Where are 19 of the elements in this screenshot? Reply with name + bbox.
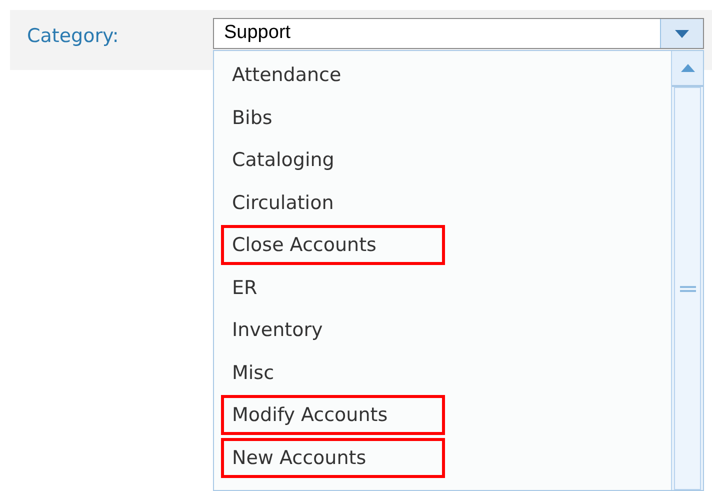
list-option[interactable]: ER — [221, 274, 258, 302]
scroll-up-button[interactable] — [672, 51, 703, 87]
scrollbar[interactable] — [671, 51, 703, 490]
field-label: Category: — [27, 24, 119, 49]
list-option[interactable]: Close Accounts — [221, 225, 445, 266]
grip-icon — [680, 286, 696, 292]
caret-icon — [675, 30, 689, 38]
list-option[interactable]: Misc — [221, 358, 274, 387]
category-dropdown[interactable]: Support — [213, 18, 704, 49]
list-option[interactable]: Circulation — [221, 188, 334, 217]
up-arrow-icon — [680, 64, 694, 72]
scroll-thumb[interactable] — [674, 87, 701, 490]
list-option[interactable]: Inventory — [221, 316, 323, 344]
list-option[interactable]: Attendance — [221, 61, 342, 90]
list-option[interactable]: Cataloging — [221, 146, 334, 174]
dropdown-arrow-button[interactable] — [660, 19, 703, 48]
list-option[interactable]: Modify Accounts — [221, 395, 445, 436]
list-option[interactable]: Bibs — [221, 104, 272, 132]
list-option[interactable]: New Accounts — [221, 438, 445, 478]
